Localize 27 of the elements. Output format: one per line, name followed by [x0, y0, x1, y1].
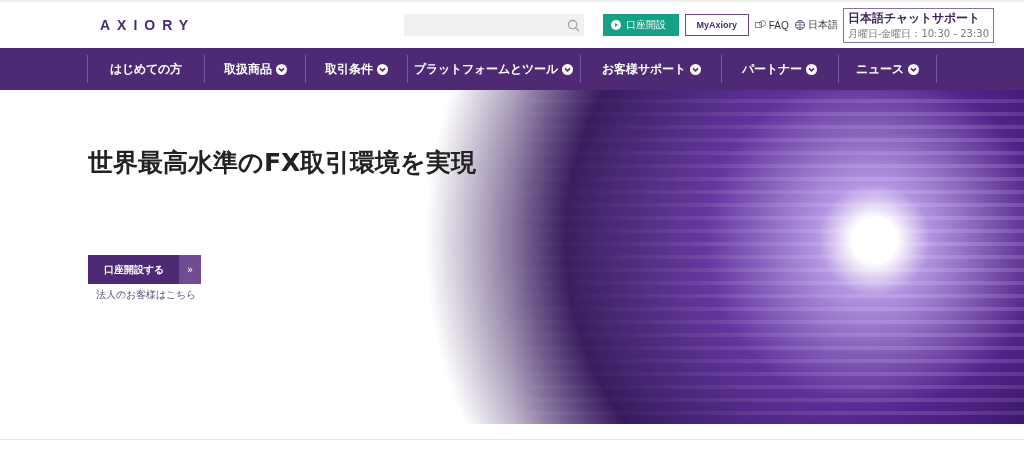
search-icon[interactable] [566, 18, 580, 32]
chevron-down-icon [908, 63, 919, 75]
account-button[interactable]: MyAxiory [684, 14, 749, 36]
faq-link[interactable]: FAQ [754, 19, 789, 31]
nav-item[interactable]: パートナー [720, 55, 838, 83]
corporate-link[interactable]: 法人のお客様はこちら [96, 288, 196, 302]
globe-icon [794, 20, 805, 30]
play-icon [610, 20, 621, 30]
chat-support-hours: 月曜日-金曜日：10:30 - 23:30 [847, 26, 989, 41]
language-link[interactable]: 日本語 [794, 18, 838, 32]
logo[interactable]: AXIORY [100, 17, 196, 33]
chevron-down-icon [806, 63, 818, 75]
chevron-down-icon [275, 63, 287, 75]
nav-item[interactable]: 取引条件 [305, 55, 407, 83]
nav-item[interactable]: 取扱商品 [204, 55, 306, 83]
chevron-down-icon [562, 63, 574, 75]
hero-headline: 世界最高水準のFX取引環境を実現 [88, 147, 477, 179]
search-field[interactable] [403, 14, 584, 36]
nav-item[interactable]: ニュース [838, 55, 937, 83]
nav-item[interactable]: はじめての方 [87, 55, 205, 83]
chevron-down-icon [376, 63, 388, 75]
chat-support-button[interactable]: 日本語チャットサポート 月曜日-金曜日：10:30 - 23:30 [842, 7, 994, 43]
nav-item[interactable]: お客様サポート [580, 55, 721, 83]
chat-support-title: 日本語チャットサポート [847, 9, 981, 27]
chat-bubble-icon [754, 20, 766, 30]
nav-item[interactable]: プラットフォームとツール [406, 55, 581, 83]
chevron-down-icon [689, 63, 701, 75]
